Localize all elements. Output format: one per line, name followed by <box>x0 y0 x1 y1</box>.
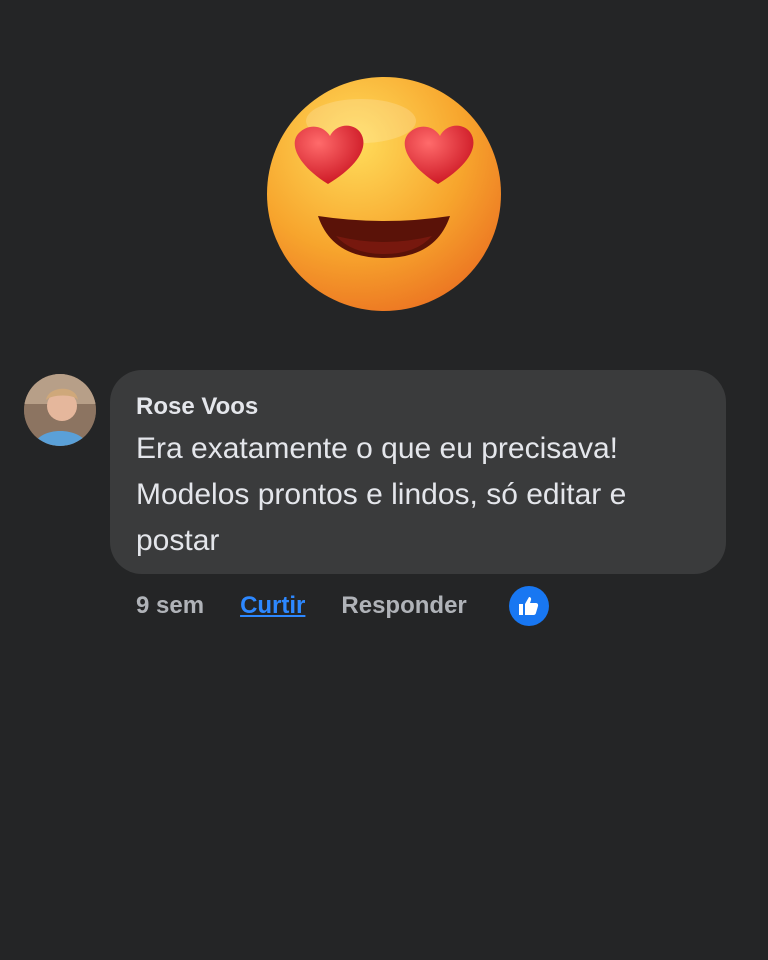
comment-author[interactable]: Rose Voos <box>136 392 700 422</box>
heart-eyes-emoji-icon <box>266 76 502 312</box>
comment-line: Modelos prontos e lindos, só editar e <box>136 478 627 511</box>
comment-timestamp[interactable]: 9 sem <box>136 592 204 620</box>
user-avatar-photo <box>24 374 96 446</box>
comment-text: Era exatamente o que eu precisava! Model… <box>136 426 700 564</box>
thumbs-up-icon[interactable] <box>508 586 549 626</box>
like-button[interactable]: Curtir <box>240 592 305 620</box>
thumbs-up-glyph <box>518 597 538 615</box>
heart-eyes-emoji-graphic <box>267 77 501 311</box>
comment-line: postar <box>136 524 220 557</box>
comment-line: Era exatamente o que eu precisava! <box>136 432 618 465</box>
reply-button[interactable]: Responder <box>341 592 466 620</box>
avatar[interactable] <box>24 374 96 446</box>
comment-bubble: Rose Voos Era exatamente o que eu precis… <box>110 370 726 574</box>
comment-actions: 9 sem Curtir Responder <box>136 584 549 628</box>
